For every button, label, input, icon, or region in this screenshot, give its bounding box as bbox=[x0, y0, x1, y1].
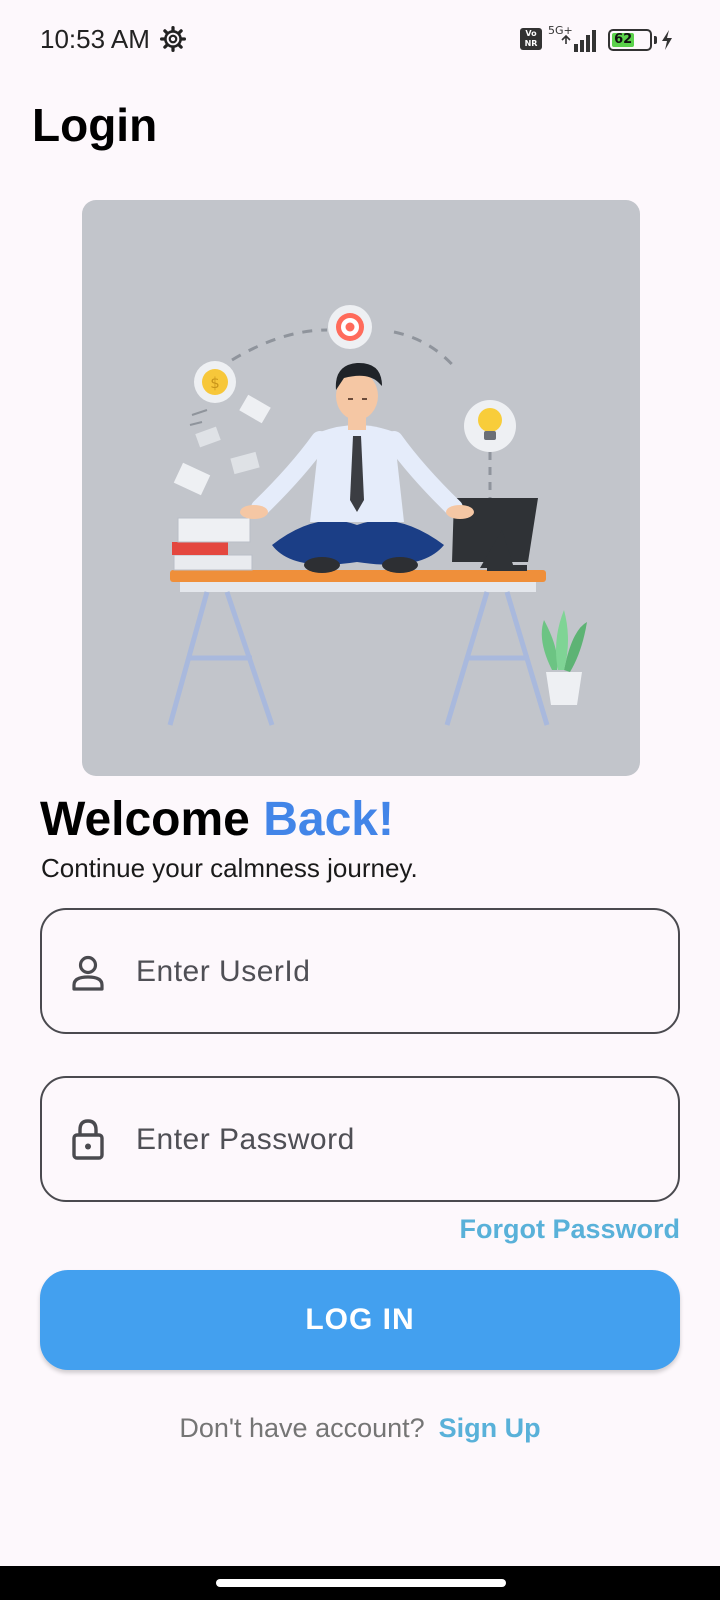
userid-input[interactable] bbox=[136, 940, 646, 1004]
status-time: 10:53 AM bbox=[40, 24, 150, 54]
battery-percent: 62 bbox=[614, 32, 633, 47]
meditation-illustration: $ bbox=[167, 305, 587, 726]
charging-icon bbox=[662, 30, 672, 50]
status-icons: Vo NR 5G+ 62 bbox=[520, 24, 680, 54]
lock-icon bbox=[72, 1119, 104, 1160]
welcome-heading-accent: Back! bbox=[263, 793, 394, 846]
signup-prompt: Don't have account? bbox=[179, 1413, 425, 1443]
svg-text:$: $ bbox=[210, 374, 220, 392]
battery-tip bbox=[654, 36, 657, 44]
battery-fill: 62 bbox=[612, 32, 635, 47]
status-bar: 10:53 AM Vo NR 5G+ 62 bbox=[0, 0, 720, 80]
gear-icon bbox=[160, 26, 186, 52]
battery-icon: 62 bbox=[608, 29, 652, 51]
password-field[interactable] bbox=[40, 1076, 680, 1202]
login-button[interactable]: LOG IN bbox=[40, 1270, 680, 1370]
welcome-heading: Welcome Back! bbox=[40, 792, 394, 847]
hero-illustration: $ bbox=[82, 200, 640, 776]
userid-field[interactable] bbox=[40, 908, 680, 1034]
welcome-subtitle: Continue your calmness journey. bbox=[41, 853, 418, 883]
password-input[interactable] bbox=[136, 1108, 646, 1172]
home-indicator[interactable] bbox=[216, 1579, 506, 1587]
signal-icon bbox=[561, 30, 596, 52]
welcome-heading-plain: Welcome bbox=[40, 793, 264, 846]
signup-link[interactable]: Sign Up bbox=[439, 1413, 541, 1443]
forgot-password-link[interactable]: Forgot Password bbox=[459, 1214, 680, 1245]
volte-icon: Vo NR bbox=[520, 28, 542, 50]
person-icon bbox=[72, 955, 104, 991]
signup-row: Don't have account? Sign Up bbox=[0, 1413, 720, 1444]
page-title: Login bbox=[32, 99, 158, 151]
